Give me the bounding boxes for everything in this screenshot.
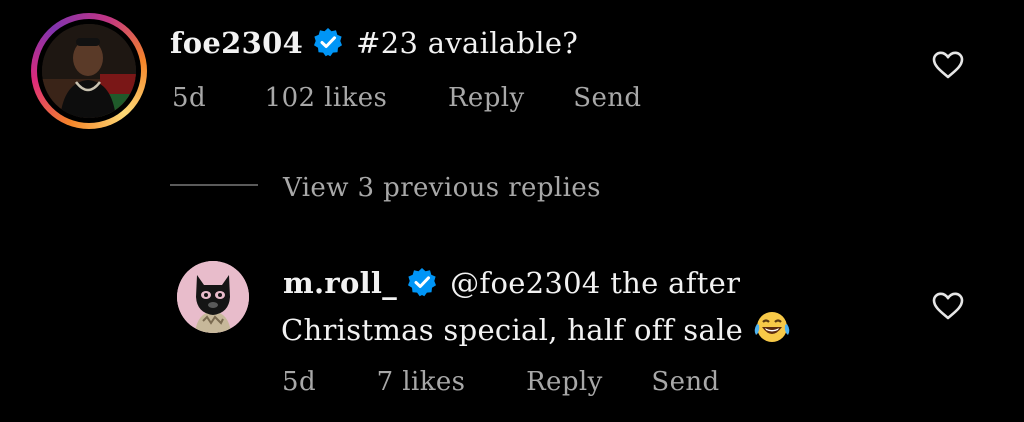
profile-photo [42,24,136,118]
laughing-emoji-icon [753,310,791,351]
comment-text: the after [600,266,741,300]
heart-icon[interactable] [931,291,965,321]
send-button[interactable]: Send [573,83,641,113]
avatar-foe2304[interactable] [31,13,147,129]
comment-text-continued: Christmas special, half off sale [281,313,744,347]
reply-button[interactable]: Reply [526,367,603,397]
mention-link[interactable]: @foe2304 [450,266,601,300]
cat-avatar-icon [177,261,249,333]
verified-badge-icon [407,267,437,304]
username[interactable]: m.roll_ [283,266,397,300]
reply-button[interactable]: Reply [448,83,525,113]
timestamp: 5d [282,367,316,397]
avatar-m-roll[interactable] [177,261,249,333]
timestamp: 5d [172,83,206,113]
verified-badge-icon [313,27,343,64]
send-button[interactable]: Send [651,367,719,397]
username[interactable]: foe2304 [170,26,303,60]
comment-body: foe2304 #23 available? [170,26,578,64]
view-previous-replies-button[interactable]: View 3 previous replies [283,173,601,203]
heart-icon[interactable] [931,50,965,80]
comment-meta: 5d 102 likes Reply Send [172,83,641,113]
likes-count[interactable]: 102 likes [265,83,388,113]
reply-meta: 5d 7 likes Reply Send [282,367,720,397]
reply-body-line2: Christmas special, half off sale [281,310,791,351]
comment-text: #23 available? [356,26,579,60]
replies-divider [170,184,258,186]
reply-body-line1: m.roll_ @foe2304 the after [283,266,740,304]
likes-count[interactable]: 7 likes [377,367,466,397]
person-photo-icon [42,24,136,118]
